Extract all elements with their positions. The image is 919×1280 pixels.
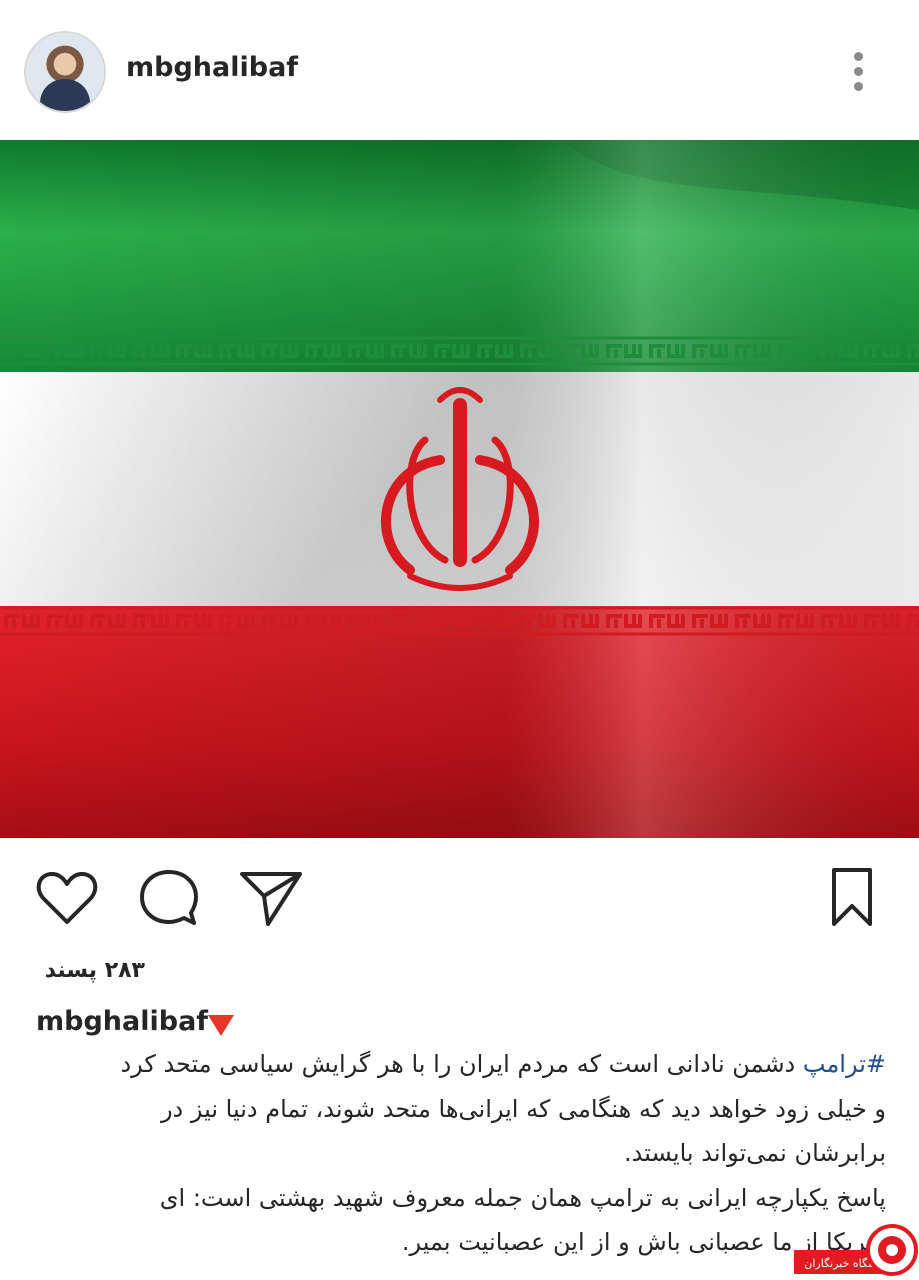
send-icon[interactable] <box>238 868 304 928</box>
watermark-logo: باشگاه خبرنگاران <box>794 1224 918 1276</box>
post-image-flag[interactable] <box>0 140 919 838</box>
username[interactable]: mbghalibaf <box>126 52 298 83</box>
heart-icon[interactable] <box>36 870 98 926</box>
caption-line-3: برابرشان نمی‌تواند بایستد. <box>624 1139 886 1167</box>
more-options-icon[interactable] <box>846 52 870 96</box>
action-bar <box>0 860 919 940</box>
comment-icon[interactable] <box>138 868 200 928</box>
bookmark-icon[interactable] <box>828 866 876 928</box>
caption-line-2: و خیلی زود خواهد دید که هنگامی که ایرانی… <box>160 1094 886 1123</box>
caption-username[interactable]: mbghalibaf <box>36 1006 208 1037</box>
avatar[interactable] <box>26 33 104 111</box>
likes-count[interactable]: ۲۸۳ پسند <box>45 958 145 983</box>
caption-line-5: آمریکا از ما عصبانی باش و از این عصبانیت… <box>401 1228 886 1256</box>
red-triangle-icon <box>208 1015 234 1036</box>
post-header: mbghalibaf <box>0 0 919 140</box>
caption-line-1: #ترامپ دشمن نادانی است که مردم ایران را … <box>120 1050 886 1078</box>
hashtag-link[interactable]: #ترامپ <box>803 1050 886 1078</box>
caption-text: #ترامپ دشمن نادانی است که مردم ایران را … <box>24 1042 886 1265</box>
caption-line-4: پاسخ یکپارچه ایرانی به ترامپ همان جمله م… <box>159 1183 886 1212</box>
